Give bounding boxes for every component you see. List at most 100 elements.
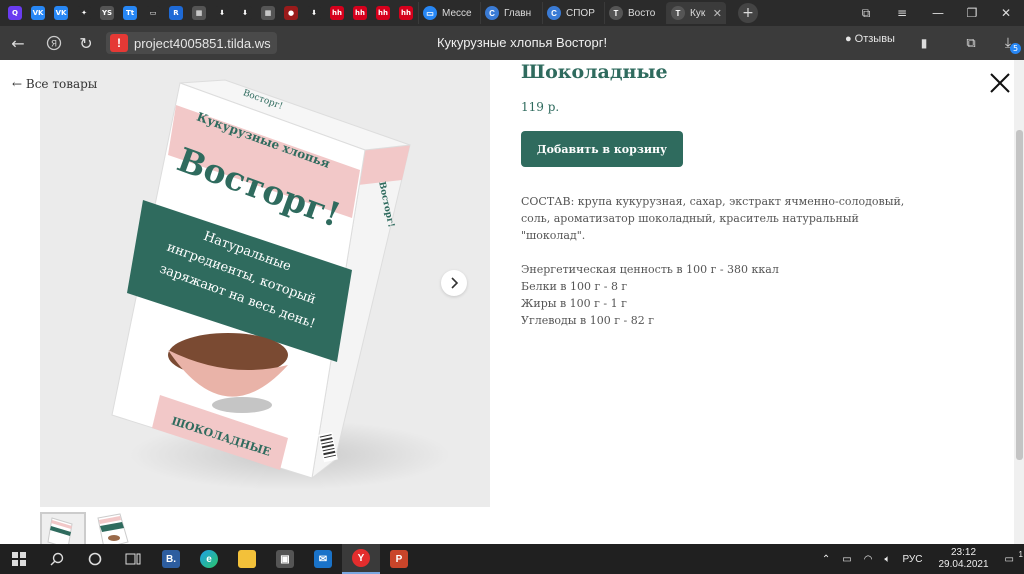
product-image: Восторг! Кукурузные хлопья Восторг! Нату… [40,60,490,507]
notifications-icon[interactable]: ▭ 1 [1005,550,1023,565]
thumbnail-box-image [97,513,129,544]
chevron-up-icon[interactable]: ⌃ [822,554,830,565]
tab[interactable]: T Восто [604,2,666,24]
pinned-tab[interactable]: Q [4,2,26,24]
minimize-icon[interactable]: — [920,0,956,26]
pinned-tab[interactable]: ⬇ [234,2,256,24]
bookmark-icon[interactable]: ▮ [910,29,938,57]
site-icon: Tt [123,6,137,20]
pinned-tab[interactable]: VK [27,2,49,24]
back-to-products-link[interactable]: ← Все товары [12,77,97,91]
tab-label: СПОР [566,7,595,19]
tab[interactable]: ▭ Мессе [418,2,480,24]
notifications-count: 1 [1018,549,1023,559]
site-icon: R [169,6,183,20]
pinned-tab[interactable]: hh [349,2,371,24]
cortana-icon[interactable] [76,544,114,574]
hh-icon: hh [353,6,367,20]
thumbnail-2[interactable] [92,512,138,544]
menu-icon[interactable]: ≡ [884,0,920,26]
tab[interactable]: C Главн [480,2,542,24]
yandex-protect-icon[interactable]: Я [40,29,68,57]
battery-icon[interactable]: ▭ [842,554,851,565]
file-explorer-icon[interactable] [228,544,266,574]
sparkle-icon: ✦ [77,6,91,20]
thumbnail-box-image [47,517,73,544]
reviews-label: Отзывы [854,33,895,45]
pinned-tab[interactable]: R [165,2,187,24]
tab-active[interactable]: T Кук ✕ [666,2,726,24]
mail-icon[interactable]: ✉ [304,544,342,574]
chevron-right-icon [451,277,459,289]
carbs-text: Углеводы в 100 г - 82 г [521,314,654,327]
thumbnail-1[interactable] [40,512,86,544]
restore-icon[interactable]: ❐ [954,0,990,26]
pinned-tab[interactable]: hh [395,2,417,24]
hh-icon: hh [330,6,344,20]
tab-label: Кук [690,7,706,19]
reload-icon[interactable]: ↻ [72,29,100,57]
task-view-icon[interactable] [114,544,152,574]
reviews-button[interactable]: ● Отзывы [845,33,895,45]
message-icon: ▭ [146,6,160,20]
site-favicon-icon: C [485,6,499,20]
pinned-tab[interactable]: ▦ [188,2,210,24]
store-icon[interactable]: ▣ [266,544,304,574]
new-tab-button[interactable]: + [738,3,758,23]
address-bar: ← Я ↻ ! project4005851.tilda.ws Кукурузн… [0,26,1024,60]
collections-icon[interactable]: ⧉ [957,29,985,57]
scrollbar-thumb[interactable] [1016,130,1023,460]
site-icon: ▦ [261,6,275,20]
product-title: Шоколадные [521,61,668,83]
downloads-icon[interactable]: ⤓ 5 [994,29,1022,57]
pinned-tab[interactable]: ▦ [257,2,279,24]
pinned-tab[interactable]: ● [280,2,302,24]
close-popup-button[interactable] [989,72,1011,94]
site-favicon-icon: T [671,6,685,20]
yandex-browser-taskbar-icon[interactable]: Y [342,544,380,574]
clock[interactable]: 23:12 29.04.2021 [938,547,988,571]
pinned-tab[interactable]: ⬇ [211,2,233,24]
url-field[interactable]: ! project4005851.tilda.ws [106,32,277,54]
fat-text: Жиры в 100 г - 1 г [521,297,627,310]
svg-text:Я: Я [51,40,57,50]
tab[interactable]: C СПОР [542,2,604,24]
pinned-tab[interactable]: ⬇ [303,2,325,24]
clock-date: 29.04.2021 [938,559,989,570]
network-icon[interactable]: ◠ [864,554,873,565]
vk-messenger-app-icon[interactable]: B. [152,544,190,574]
tab-label: Мессе [442,7,472,19]
start-button[interactable] [0,544,38,574]
pinned-tab[interactable]: ▭ [142,2,164,24]
pinned-tab[interactable]: YS [96,2,118,24]
energy-text: Энергетическая ценность в 100 г - 380 кк… [521,263,779,276]
pinned-tab[interactable]: ✦ [73,2,95,24]
hh-icon: hh [376,6,390,20]
close-tab-icon[interactable]: ✕ [713,7,726,20]
powerpoint-icon[interactable]: P [380,544,418,574]
slider-next-button[interactable] [441,270,467,296]
pinned-tab[interactable]: Tt [119,2,141,24]
open-tabs: ▭ Мессе C Главн C СПОР T Восто T Кук ✕ [418,2,726,24]
add-to-cart-button[interactable]: Добавить в корзину [521,131,683,167]
back-arrow-icon[interactable]: ← [4,29,32,57]
composition-text: СОСТАВ: крупа кукурузная, сахар, экстрак… [521,195,905,242]
site-icon: ▦ [192,6,206,20]
download-icon: ⬇ [307,6,321,20]
product-description: СОСТАВ: крупа кукурузная, сахар, экстрак… [521,193,916,329]
pinned-tab[interactable]: hh [326,2,348,24]
volume-icon[interactable]: 🔈︎ [884,554,890,565]
warning-icon[interactable]: ! [110,34,128,52]
site-favicon-icon: ▭ [423,6,437,20]
language-indicator[interactable]: РУС [902,554,922,565]
close-window-icon[interactable]: ✕ [988,0,1024,26]
site-favicon-icon: T [609,6,623,20]
edge-browser-icon[interactable]: e [190,544,228,574]
pinned-tab[interactable]: hh [372,2,394,24]
search-icon[interactable] [38,544,76,574]
tab-collections-icon[interactable]: ⧉ [848,0,884,26]
yandex-icon: Q [8,6,22,20]
pinned-tab[interactable]: VK [50,2,72,24]
product-price: 119 р. [521,100,560,114]
vk-icon: VK [54,6,68,20]
